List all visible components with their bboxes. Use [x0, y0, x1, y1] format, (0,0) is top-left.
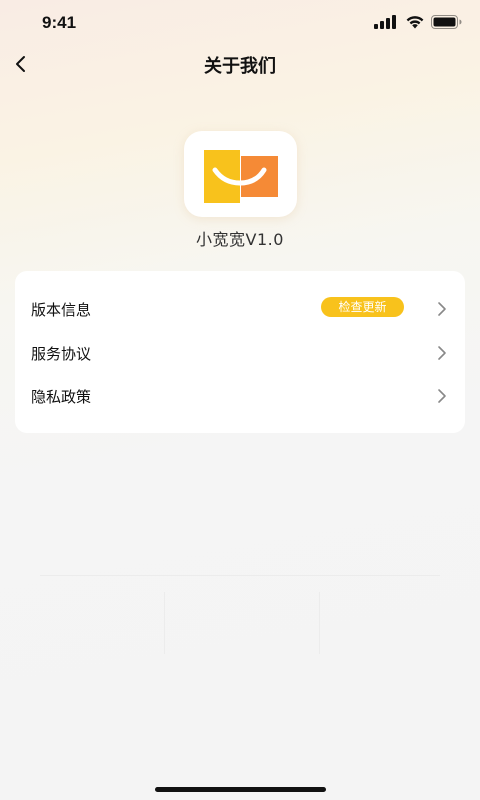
menu-item-label: 服务协议: [31, 345, 92, 363]
menu-item-privacy-policy[interactable]: 隐私政策: [15, 376, 465, 416]
status-bar: 9:41: [0, 0, 480, 46]
chevron-right-icon: [438, 389, 446, 403]
menu-item-label: 隐私政策: [31, 388, 92, 406]
status-time: 9:41: [42, 13, 77, 32]
divider: [164, 592, 165, 654]
app-logo: [184, 131, 297, 217]
page-title: 关于我们: [204, 56, 276, 77]
menu-item-label: 版本信息: [31, 301, 92, 319]
signal-icon: [374, 15, 396, 29]
divider: [40, 575, 440, 576]
app-name: 小宽宽V1.0: [196, 230, 284, 249]
menu-item-version-info[interactable]: 版本信息 检查更新: [15, 289, 465, 329]
chevron-right-icon: [438, 302, 446, 316]
menu-item-service-agreement[interactable]: 服务协议: [15, 333, 465, 373]
check-update-badge[interactable]: 检查更新: [321, 297, 404, 317]
battery-icon: [431, 15, 462, 29]
home-indicator[interactable]: [155, 787, 326, 792]
chevron-right-icon: [438, 346, 446, 360]
menu-card: 版本信息 检查更新 服务协议 隐私政策: [15, 271, 465, 433]
wifi-icon: [406, 16, 424, 29]
app-logo-icon: [204, 150, 278, 203]
navigation-bar: 关于我们: [0, 44, 480, 84]
divider: [319, 592, 320, 654]
